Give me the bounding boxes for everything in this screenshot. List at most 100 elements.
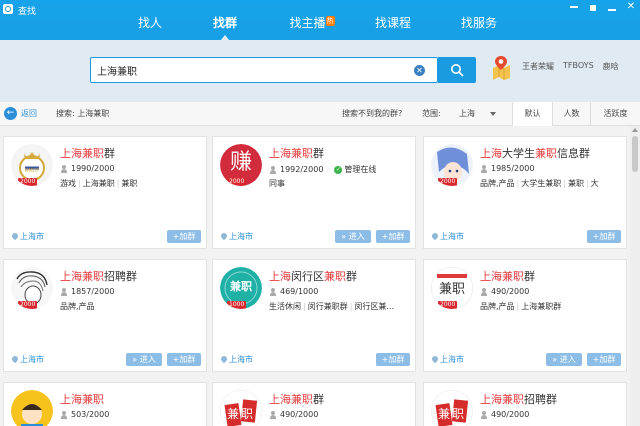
- join-group-button[interactable]: +加群: [587, 230, 621, 243]
- name-highlight: 兼职: [535, 147, 557, 160]
- member-count-text: 1857/2000: [71, 287, 115, 296]
- group-card[interactable]: 兼职 上海兼职招聘群 490/2000: [423, 382, 627, 426]
- group-card[interactable]: 兼职 2000 上海兼职群 490/2000 品牌,产品 | 上海兼职群 上海市 »…: [423, 259, 627, 372]
- avatar-text: 兼职: [226, 407, 255, 421]
- yellow-cartoon-icon: [11, 390, 53, 426]
- name-highlight: 上海兼职: [60, 270, 104, 283]
- group-level-badge: 2000: [438, 178, 458, 186]
- sort-tab-label: 默认: [524, 109, 541, 118]
- group-card[interactable]: 上海兼职 503/2000: [3, 382, 207, 426]
- avatar-text: 兼职: [230, 280, 252, 293]
- join-group-button[interactable]: +加群: [587, 353, 621, 366]
- member-count-text: 490/2000: [280, 410, 319, 419]
- not-found-link[interactable]: 搜索不到我的群?: [342, 108, 402, 119]
- tab-find-people[interactable]: 找人: [130, 12, 170, 40]
- join-group-button[interactable]: +加群: [167, 353, 201, 366]
- name-rest: 群: [524, 270, 535, 283]
- hot-words: 王者荣耀 TFBOYS 鹿晗: [522, 61, 619, 72]
- group-avatar: RMCF 2000: [11, 144, 53, 186]
- hot-badge: 热: [325, 16, 335, 26]
- name-rest: 招聘群: [524, 393, 557, 406]
- group-name[interactable]: 上海兼职群: [269, 145, 324, 161]
- skin-icon[interactable]: [588, 2, 598, 12]
- sort-tab-members[interactable]: 人数: [552, 102, 590, 126]
- location-text: 上海市: [20, 355, 44, 364]
- sort-tab-activity[interactable]: 活跃度: [590, 102, 640, 126]
- search-button[interactable]: [438, 57, 476, 83]
- pin-icon: [12, 356, 18, 364]
- scroll-thumb[interactable]: [632, 136, 638, 172]
- window-controls: ✕: [569, 2, 636, 12]
- group-avatar: 2000: [431, 144, 473, 186]
- group-level-badge: 1000: [227, 301, 247, 309]
- member-count: 503/2000: [60, 410, 109, 419]
- tab-find-streamer[interactable]: 找主播热: [282, 12, 342, 40]
- tab-label: 找服务: [460, 16, 497, 30]
- group-avatar: [11, 390, 53, 426]
- person-icon: [60, 164, 68, 173]
- tab-find-course[interactable]: 找课程: [370, 12, 416, 40]
- hot-word[interactable]: 鹿晗: [603, 61, 619, 72]
- member-count: 1857/2000: [60, 287, 114, 296]
- sort-tab-label: 人数: [563, 109, 580, 118]
- group-card[interactable]: 兼职 上海兼职群 490/2000: [212, 382, 416, 426]
- hot-word[interactable]: 王者荣耀: [522, 61, 554, 72]
- search-input[interactable]: [97, 63, 397, 77]
- tag: 大学生兼职: [521, 179, 562, 188]
- tag: 品牌,产品: [480, 302, 515, 311]
- close-icon[interactable]: ✕: [626, 2, 636, 12]
- group-card[interactable]: 兼职 1000 上海闵行区兼职群 469/1000 生活休闲 | 闵行兼职群 | 闵行区…: [212, 259, 416, 372]
- join-group-button[interactable]: +加群: [376, 353, 410, 366]
- scroll-up-icon[interactable]: [632, 128, 638, 132]
- group-name[interactable]: 上海兼职群: [480, 268, 535, 284]
- results-scrollbar[interactable]: [630, 126, 640, 426]
- name-highlight: 上海: [480, 147, 502, 160]
- group-name[interactable]: 上海兼职招聘群: [480, 391, 557, 407]
- enter-group-button[interactable]: » 进入: [126, 353, 162, 366]
- enter-group-button[interactable]: » 进入: [335, 230, 371, 243]
- name-rest: 招聘群: [104, 270, 137, 283]
- group-name[interactable]: 上海兼职招聘群: [60, 268, 137, 284]
- group-name[interactable]: 上海大学生兼职信息群: [480, 145, 590, 161]
- avatar-text: 赚: [229, 150, 252, 175]
- search-band: ✕ 王者荣耀 TFBOYS 鹿晗: [0, 40, 640, 102]
- sort-tab-default[interactable]: 默认: [512, 102, 552, 126]
- minimize-icon[interactable]: [607, 2, 617, 12]
- join-group-button[interactable]: +加群: [167, 230, 201, 243]
- group-card[interactable]: 赚 2000 上海兼职群 1992/2000 ✓ 管理在线 同事 上海市 » 进入 …: [212, 136, 416, 249]
- location-text: 上海市: [440, 232, 464, 241]
- chevron-down-icon[interactable]: [490, 112, 496, 116]
- clear-icon[interactable]: ✕: [414, 65, 425, 76]
- tab-find-service[interactable]: 找服务: [456, 12, 502, 40]
- person-icon: [269, 410, 277, 419]
- location-text: 上海市: [229, 355, 253, 364]
- tab-find-group[interactable]: 找群: [205, 12, 245, 40]
- group-name[interactable]: 上海兼职: [60, 391, 104, 407]
- back-arrow-icon[interactable]: ←: [4, 107, 17, 120]
- enter-group-button[interactable]: » 进入: [546, 353, 582, 366]
- back-link[interactable]: 返回: [21, 108, 37, 119]
- location: 上海市: [12, 354, 44, 365]
- sort-tab-label: 活跃度: [603, 109, 628, 118]
- group-name[interactable]: 上海兼职群: [269, 391, 324, 407]
- hot-word[interactable]: TFBOYS: [563, 61, 594, 72]
- name-rest: 群: [313, 393, 324, 406]
- group-name[interactable]: 上海兼职群: [60, 145, 115, 161]
- group-card[interactable]: 2000 上海大学生兼职信息群 1985/2000 品牌,产品 | 大学生兼职 | 兼职…: [423, 136, 627, 249]
- person-icon: [60, 287, 68, 296]
- tag: 品牌,产品: [60, 302, 95, 311]
- member-count-text: 1992/2000: [280, 165, 324, 174]
- group-name[interactable]: 上海闵行区兼职群: [269, 268, 357, 284]
- location: 上海市: [221, 354, 253, 365]
- tag: 生活休闲: [269, 302, 301, 311]
- group-card[interactable]: RMCF 2000 上海兼职群 1990/2000 游戏 | 上海兼职 | 兼职 上海市…: [3, 136, 207, 249]
- join-group-button[interactable]: +加群: [376, 230, 410, 243]
- group-card[interactable]: 2000 上海兼职招聘群 1857/2000 品牌,产品 上海市 » 进入 +加…: [3, 259, 207, 372]
- menu-icon[interactable]: [569, 2, 579, 12]
- map-location-icon[interactable]: [490, 54, 512, 80]
- pin-icon: [12, 233, 18, 241]
- name-highlight: 上海兼职: [480, 393, 524, 406]
- name-highlight: 兼职: [324, 270, 346, 283]
- nav-tabs: 找人 找群 找主播热 找课程 找服务: [0, 12, 640, 42]
- group-avatar: 兼职: [431, 390, 473, 426]
